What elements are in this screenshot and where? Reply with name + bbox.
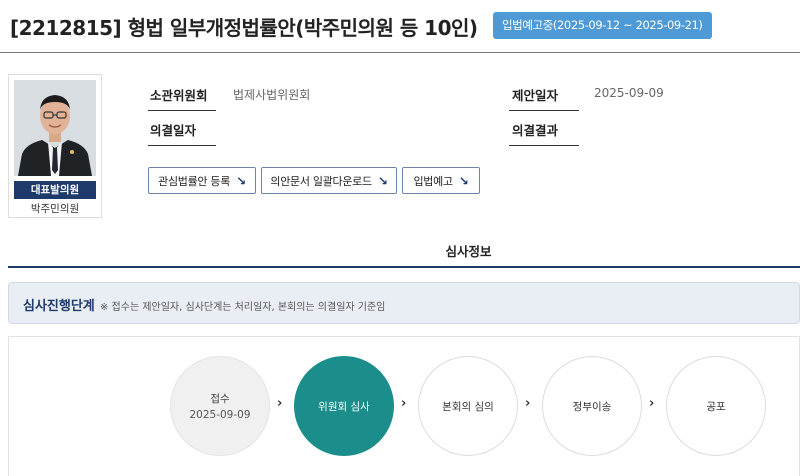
review-progress-banner: 심사진행단계 ※ 접수는 제안일자, 심사단계는 처리일자, 본회의는 의결일자… xyxy=(8,282,800,324)
arrow-down-right-icon: ↘ xyxy=(236,173,246,188)
legislative-notice-status-badge[interactable]: 입법예고중(2025-09-12 ~ 2025-09-21) xyxy=(493,12,712,39)
legislative-notice-label: 입법예고 xyxy=(413,174,453,188)
legislative-notice-button[interactable]: 입법예고 ↘ xyxy=(402,167,480,194)
proposal-date-label-underline xyxy=(509,110,579,111)
review-progress-note: ※ 접수는 제안일자, 심사단계는 처리일자, 본회의는 의결일자 기준임 xyxy=(100,302,386,313)
decision-date-label: 의결일자 xyxy=(150,123,197,138)
decision-result-label-underline xyxy=(509,145,579,146)
review-progress-heading: 심사진행단계 xyxy=(23,299,95,314)
proposal-date-value: 2025-09-09 xyxy=(594,86,664,100)
arrow-down-right-icon: ↘ xyxy=(458,173,469,188)
download-bill-documents-label: 의안문서 일괄다운로드 xyxy=(270,174,372,188)
stage-label: 공포 xyxy=(706,400,726,413)
bill-title-row: [2212815] 형법 일부개정법률안(박주민의원 등 10인) xyxy=(10,10,478,42)
tab-underline xyxy=(8,266,800,268)
decision-date-label-underline xyxy=(148,145,216,146)
sponsor-card[interactable]: 대표발의원 박주민의원 xyxy=(8,74,102,218)
title-divider xyxy=(0,52,800,53)
sponsor-role-label: 대표발의원 xyxy=(14,181,96,199)
register-interest-bill-button[interactable]: 관심법률안 등록 ↘ xyxy=(148,167,256,194)
stage-label: 본회의 심의 xyxy=(442,400,494,413)
download-bill-documents-button[interactable]: 의안문서 일괄다운로드 ↘ xyxy=(261,167,397,194)
stage-label: 위원회 심사 xyxy=(318,400,370,413)
register-interest-bill-label: 관심법률안 등록 xyxy=(158,174,231,188)
decision-result-label: 의결결과 xyxy=(512,123,559,138)
committee-label-underline xyxy=(148,110,216,111)
chevron-right-icon: › xyxy=(649,396,655,411)
sponsor-photo xyxy=(14,80,96,176)
stage-committee-review: 위원회 심사 xyxy=(294,356,394,456)
chevron-right-icon: › xyxy=(277,396,283,411)
stage-label: 접수 xyxy=(210,393,230,405)
chevron-right-icon: › xyxy=(401,396,407,411)
tab-review-info[interactable]: 심사정보 xyxy=(0,241,800,260)
stage-date: 2025-09-09 xyxy=(189,409,251,421)
bill-title: [2212815] 형법 일부개정법률안(박주민의원 등 10인) xyxy=(10,15,478,40)
committee-value: 법제사법위원회 xyxy=(233,88,311,102)
committee-label: 소관위원회 xyxy=(150,88,208,103)
stage-promulgation: 공포 xyxy=(666,356,766,456)
chevron-right-icon: › xyxy=(525,396,531,411)
proposal-date-label: 제안일자 xyxy=(512,88,559,103)
stage-government-transfer: 정부이송 xyxy=(542,356,642,456)
stage-plenary-deliberation: 본회의 심의 xyxy=(418,356,518,456)
stage-label: 정부이송 xyxy=(572,400,612,413)
sponsor-name[interactable]: 박주민의원 xyxy=(9,201,101,216)
arrow-down-right-icon: ↘ xyxy=(377,173,388,188)
stage-received: 접수 2025-09-09 xyxy=(170,356,270,456)
